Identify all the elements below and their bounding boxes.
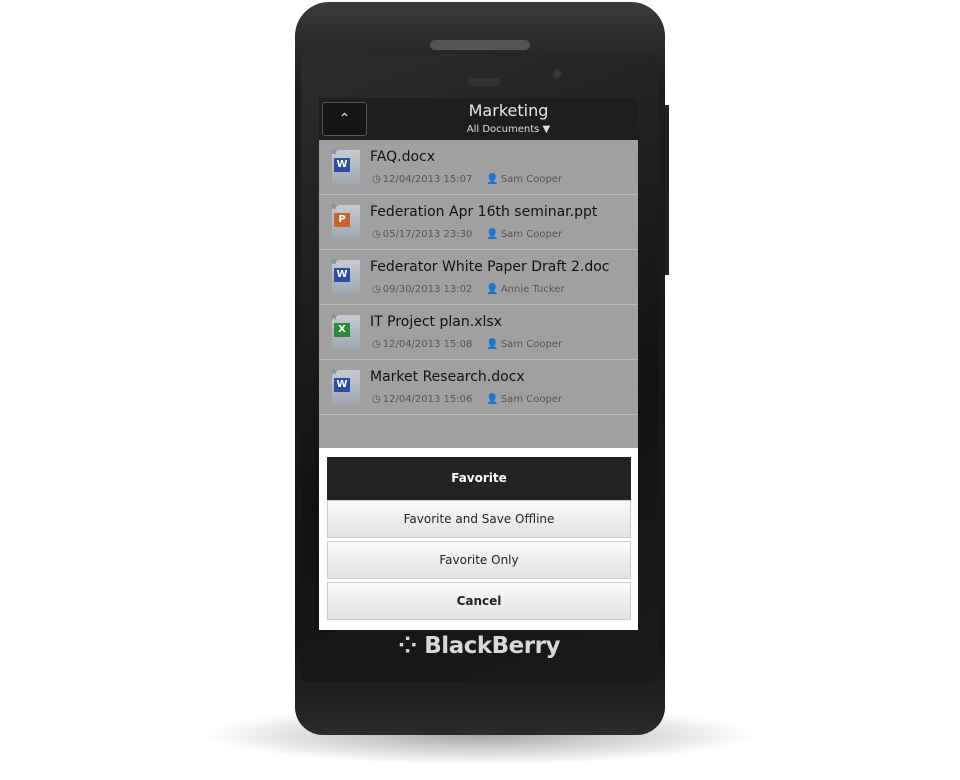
top-speaker [430,40,530,50]
document-list: ✉ ◷09/05/2010 18:11👤Sam CooperW ★ FAQ.do… [319,98,638,415]
file-type-badge: W [334,378,350,392]
earpiece [468,78,500,86]
star-icon: ★ [329,255,339,268]
star-icon: ★ [329,200,339,213]
clock-icon: ◷ [372,339,381,350]
list-item[interactable]: W ★ FAQ.docx ◷ 12/04/2013 15:07 👤 Sam Coope… [319,140,638,195]
caret-down-icon: ▼ [542,124,551,135]
clock-icon: ◷ [372,229,381,240]
document-meta: ◷ 12/04/2013 15:07 👤 Sam Cooper [372,174,576,185]
chevron-up-icon[interactable]: ⌃ [322,102,367,136]
star-icon: ★ [329,365,339,378]
file-type-badge: P [334,213,350,227]
person-icon: 👤 [486,394,499,405]
document-date: 12/04/2013 15:06 [382,394,473,405]
document-date: 12/04/2013 15:08 [382,339,473,350]
document-author: Sam Cooper [500,174,563,185]
filter-dropdown[interactable]: All Documents ▼ [379,124,638,135]
person-icon: 👤 [486,229,499,240]
filter-label: All Documents [466,124,540,135]
document-name: FAQ.docx [370,149,436,165]
document-author: Annie Tucker [500,284,565,295]
favorite-only-button[interactable]: Favorite Only [327,541,631,579]
person-icon: 👤 [486,284,499,295]
file-type-badge: W [334,268,350,282]
document-meta: ◷ 12/04/2013 15:06 👤 Sam Cooper [372,394,576,405]
document-date: 05/17/2013 23:30 [382,229,473,240]
list-item[interactable]: P ★ Federation Apr 16th seminar.ppt ◷ 05/… [319,195,638,250]
document-meta: ◷ 05/17/2013 23:30 👤 Sam Cooper [372,229,576,240]
document-author: Sam Cooper [500,394,563,405]
list-item[interactable]: X ★ IT Project plan.xlsx ◷ 12/04/2013 15:… [319,305,638,360]
header: ⌃ Marketing All Documents ▼ [319,98,638,140]
list-item[interactable]: W ★ Market Research.docx ◷ 12/04/2013 15:… [319,360,638,415]
star-icon: ★ [329,310,339,323]
document-meta: ◷ 12/04/2013 15:08 👤 Sam Cooper [372,339,576,350]
document-meta: ◷ 09/30/2013 13:02 👤 Annie Tucker [372,284,579,295]
action-sheet: Favorite Favorite and Save Offline Favor… [319,448,638,630]
file-type-badge: W [334,158,350,172]
document-name: Federator White Paper Draft 2.doc [370,259,610,275]
blackberry-logo: ⁘ BlackBerry [398,633,560,659]
side-buttons [665,105,669,275]
person-icon: 👤 [486,339,499,350]
document-date: 09/30/2013 13:02 [382,284,473,295]
file-type-badge: X [334,323,350,337]
document-name: IT Project plan.xlsx [370,314,502,330]
favorite-save-offline-button[interactable]: Favorite and Save Offline [327,500,631,538]
clock-icon: ◷ [372,394,381,405]
list-item[interactable]: W ★ Federator White Paper Draft 2.doc ◷ 0… [319,250,638,305]
star-icon: ★ [329,145,339,158]
camera-icon [550,67,564,81]
document-name: Federation Apr 16th seminar.ppt [370,204,598,220]
clock-icon: ◷ [372,284,381,295]
person-icon: 👤 [486,174,499,185]
document-date: 12/04/2013 15:07 [382,174,473,185]
document-name: Market Research.docx [370,369,525,385]
favorite-header: Favorite [327,457,631,500]
document-author: Sam Cooper [500,229,563,240]
clock-icon: ◷ [372,174,381,185]
screen: ⌃ Marketing All Documents ▼ ✉ ◷09/05/201… [319,98,638,630]
document-author: Sam Cooper [500,339,563,350]
page-title: Marketing [468,101,549,120]
cancel-button[interactable]: Cancel [327,582,631,620]
